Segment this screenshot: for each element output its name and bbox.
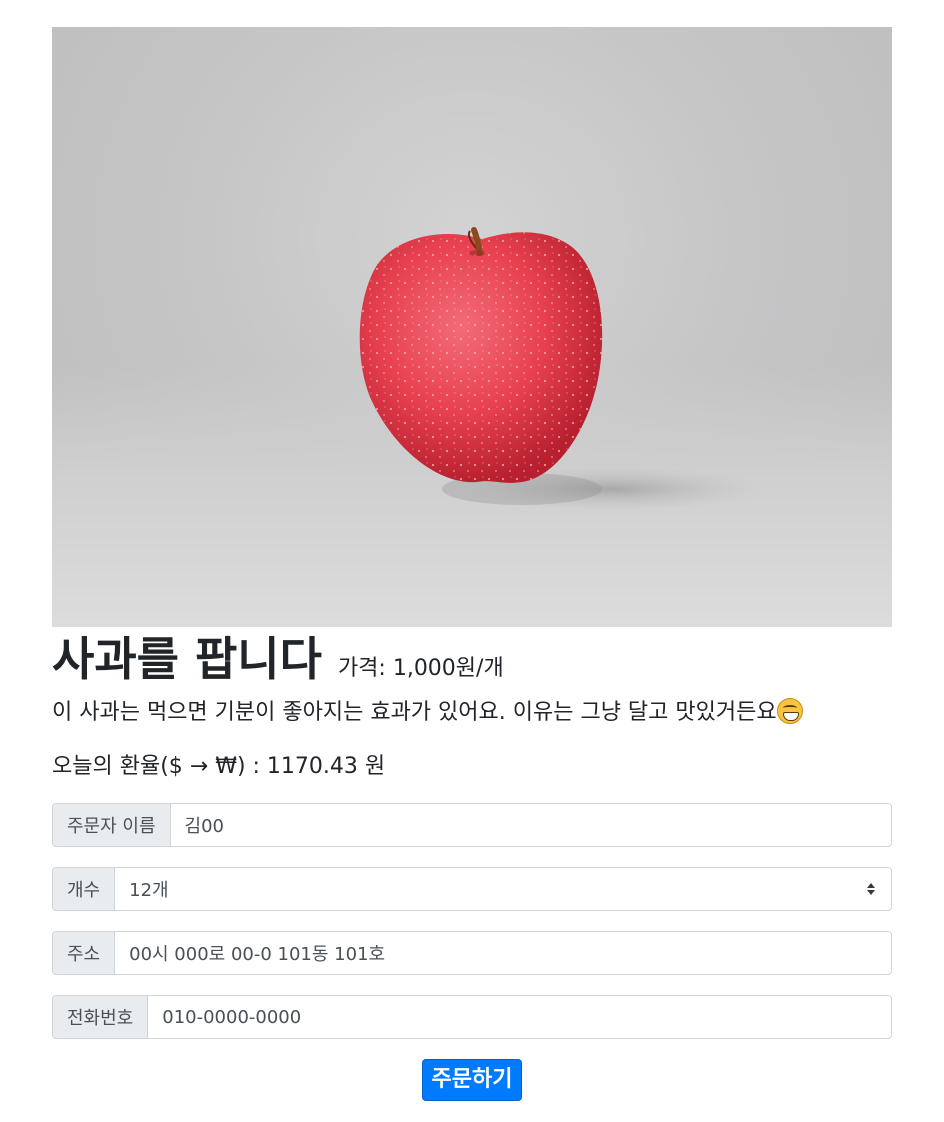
quantity-selected-value: 12개: [129, 880, 169, 901]
quantity-select[interactable]: 12개: [115, 868, 891, 910]
product-title: 사과를 팝니다: [52, 632, 322, 686]
phone-input[interactable]: 010-0000-0000: [148, 996, 891, 1038]
product-image: [52, 27, 892, 627]
order-form: 주문자 이름 김00 개수 12개 주소 00시 000로 00-0 101동 …: [52, 803, 892, 1101]
quantity-label: 개수: [53, 868, 116, 910]
apple-illustration: [359, 227, 762, 511]
phone-label: 전화번호: [53, 996, 149, 1038]
address-label: 주소: [53, 932, 116, 974]
title-row: 사과를 팝니다 가격: 1,000원/개: [52, 627, 892, 687]
name-input-group: 주문자 이름 김00: [52, 803, 892, 847]
submit-row: 주문하기: [52, 1059, 892, 1101]
name-label: 주문자 이름: [53, 804, 171, 846]
select-arrows-icon: [867, 883, 875, 895]
product-price: 가격: 1,000원/개: [337, 656, 504, 681]
description-text: 이 사과는 먹으면 기분이 좋아지는 효과가 있어요. 이유는 그냥 달고 맛있…: [52, 700, 777, 725]
order-button[interactable]: 주문하기: [421, 1059, 523, 1101]
name-input[interactable]: 김00: [170, 804, 891, 846]
exchange-rate: 오늘의 환율($ → ₩) : 1170.43 원: [52, 754, 386, 779]
grinning-face-icon: [776, 698, 803, 724]
quantity-input-group: 개수 12개: [52, 867, 892, 911]
phone-input-group: 전화번호 010-0000-0000: [52, 995, 892, 1039]
product-description: 이 사과는 먹으면 기분이 좋아지는 효과가 있어요. 이유는 그냥 달고 맛있…: [52, 697, 892, 729]
address-input[interactable]: 00시 000로 00-0 101동 101호: [115, 932, 891, 974]
product-page: 사과를 팝니다 가격: 1,000원/개 이 사과는 먹으면 기분이 좋아지는 …: [52, 27, 892, 1101]
address-input-group: 주소 00시 000로 00-0 101동 101호: [52, 931, 892, 975]
